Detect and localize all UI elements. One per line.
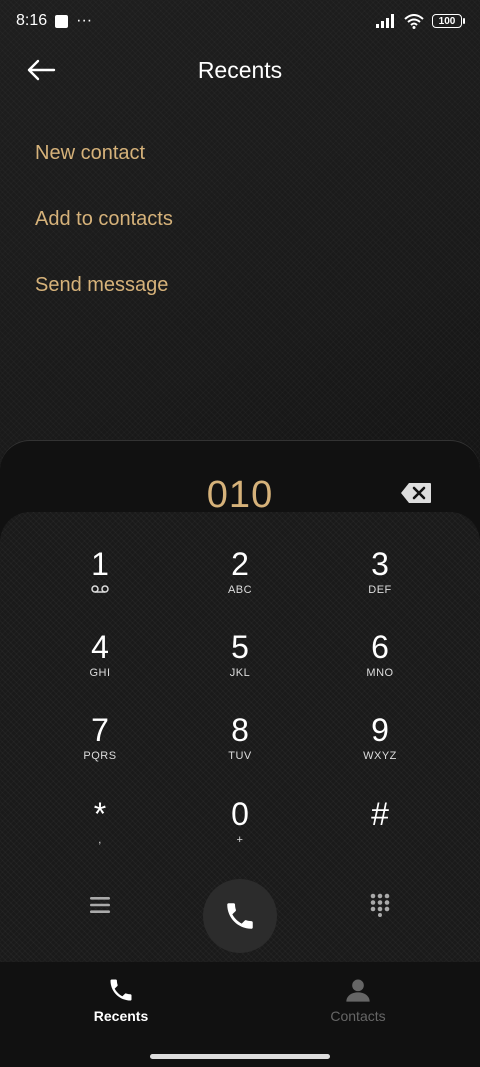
key-digit: * xyxy=(93,796,107,832)
key-7[interactable]: 7 PQRS xyxy=(40,712,160,790)
key-letters: , xyxy=(98,834,102,846)
nav-tab-contacts[interactable]: Contacts xyxy=(298,976,418,1024)
new-contact-option[interactable]: New contact xyxy=(35,120,173,186)
key-digit: 1 xyxy=(91,546,109,582)
key-3[interactable]: 3 DEF xyxy=(320,546,440,624)
key-hash[interactable]: # xyxy=(320,796,440,874)
options-list: New contact Add to contacts Send message xyxy=(35,120,173,318)
battery-level: 100 xyxy=(438,15,456,27)
backspace-button[interactable] xyxy=(400,482,432,504)
key-6[interactable]: 6 MNO xyxy=(320,629,440,707)
send-message-option[interactable]: Send message xyxy=(35,252,173,318)
menu-button[interactable] xyxy=(80,885,120,925)
recents-phone-icon xyxy=(110,979,132,1001)
voicemail-icon xyxy=(91,585,109,593)
key-1[interactable]: 1 xyxy=(40,546,160,624)
key-4[interactable]: 4 GHI xyxy=(40,629,160,707)
contacts-person-icon xyxy=(346,979,370,1002)
header: Recents xyxy=(0,44,480,96)
key-digit: 6 xyxy=(371,629,389,665)
call-button[interactable] xyxy=(203,879,277,953)
more-notifications-icon: ··· xyxy=(76,12,93,29)
key-digit: 9 xyxy=(371,712,389,748)
nav-tab-recents[interactable]: Recents xyxy=(61,976,181,1024)
key-8[interactable]: 8 TUV xyxy=(180,712,300,790)
status-time: 8:16 xyxy=(16,12,48,29)
key-letters: ABC xyxy=(227,584,253,596)
phone-icon xyxy=(227,903,253,929)
key-letters: JKL xyxy=(229,667,251,679)
key-9[interactable]: 9 WXYZ xyxy=(320,712,440,790)
nav-label-recents: Recents xyxy=(93,1008,149,1024)
key-digit: 8 xyxy=(231,712,249,748)
backspace-icon xyxy=(401,483,431,503)
back-arrow-icon xyxy=(27,59,56,81)
status-bar: 8:16 ··· 100 xyxy=(0,0,480,42)
key-digit: # xyxy=(371,796,389,832)
key-letters: MNO xyxy=(366,667,394,679)
key-digit: 2 xyxy=(231,546,249,582)
key-digit: 3 xyxy=(371,546,389,582)
key-letters: + xyxy=(236,834,244,846)
battery-icon: 100 xyxy=(432,14,465,28)
key-2[interactable]: 2 ABC xyxy=(180,546,300,624)
notification-icon xyxy=(55,14,69,28)
key-letters: GHI xyxy=(89,667,111,679)
key-letters: TUV xyxy=(228,750,252,762)
back-button[interactable] xyxy=(24,56,58,84)
key-letters: WXYZ xyxy=(363,750,397,762)
menu-icon xyxy=(90,897,110,913)
key-digit: 0 xyxy=(231,796,249,832)
wifi-icon xyxy=(404,13,424,29)
nav-label-contacts: Contacts xyxy=(330,1008,386,1024)
key-digit: 4 xyxy=(91,629,109,665)
key-5[interactable]: 5 JKL xyxy=(180,629,300,707)
key-star[interactable]: * , xyxy=(40,796,160,874)
key-letters: DEF xyxy=(368,584,392,596)
key-digit: 7 xyxy=(91,712,109,748)
add-to-contacts-option[interactable]: Add to contacts xyxy=(35,186,173,252)
signal-icon xyxy=(376,14,394,28)
key-0[interactable]: 0 + xyxy=(180,796,300,874)
page-title: Recents xyxy=(197,56,283,83)
dialpad-icon xyxy=(370,893,390,917)
hide-keypad-button[interactable] xyxy=(360,885,400,925)
home-indicator[interactable] xyxy=(150,1054,330,1059)
key-digit: 5 xyxy=(231,629,249,665)
key-letters: PQRS xyxy=(83,750,117,762)
